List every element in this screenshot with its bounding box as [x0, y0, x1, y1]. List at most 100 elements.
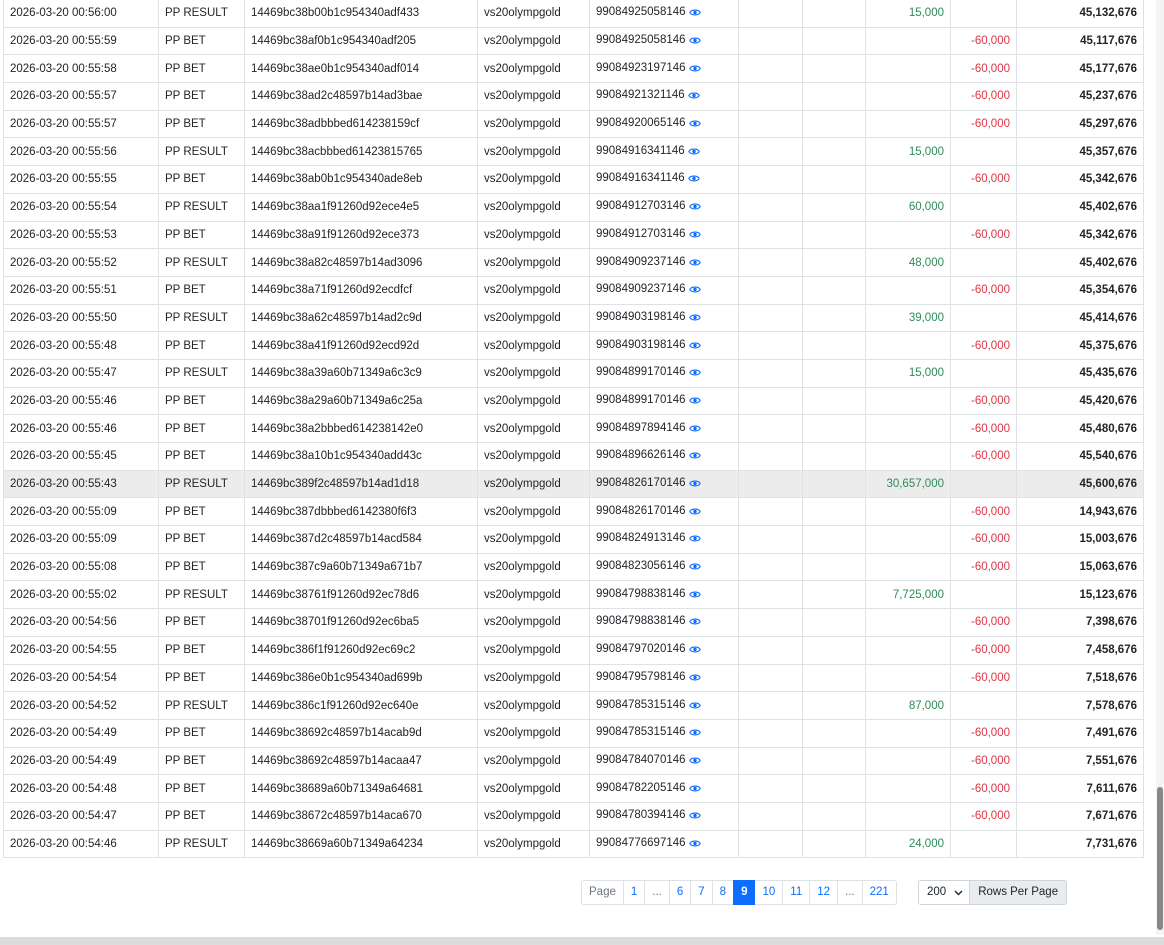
pagination-page-link[interactable]: 11 — [782, 880, 811, 905]
eye-icon[interactable] — [687, 91, 700, 103]
vertical-scrollbar-thumb[interactable] — [1157, 787, 1163, 930]
cell-empty — [802, 829, 866, 859]
pagination-page-link[interactable]: 8 — [711, 880, 735, 905]
table-row: 2026-03-20 00:55:43 PP RESULT 14469bc389f2… — [3, 469, 1144, 499]
eye-icon[interactable] — [688, 64, 701, 76]
eye-icon[interactable] — [688, 313, 701, 325]
cell-empty — [802, 275, 866, 305]
round-id-text: 99084925058146 — [596, 34, 686, 47]
eye-icon[interactable] — [688, 784, 701, 796]
cell-round-id: 99084899170146 — [589, 386, 739, 416]
pagination-page-link[interactable]: 10 — [754, 880, 784, 905]
horizontal-scrollbar[interactable] — [0, 937, 1164, 945]
cell-type: PP BET — [158, 442, 245, 471]
eye-icon[interactable] — [688, 811, 701, 823]
cell-empty — [802, 469, 866, 499]
cell-round-id: 99084785315146 — [589, 691, 739, 720]
cell-empty — [802, 718, 866, 748]
eye-icon[interactable] — [688, 701, 701, 713]
cell-win-amount — [865, 635, 951, 665]
cell-round-id: 99084785315146 — [589, 718, 739, 748]
cell-type: PP RESULT — [158, 248, 245, 277]
eye-icon[interactable] — [688, 119, 701, 131]
eye-icon[interactable] — [688, 285, 701, 297]
cell-type: PP BET — [158, 497, 245, 527]
eye-icon[interactable] — [688, 202, 701, 214]
pagination-page-link[interactable]: 221 — [861, 880, 897, 905]
eye-icon[interactable] — [688, 479, 701, 491]
round-id-text: 99084785315146 — [596, 726, 686, 739]
eye-icon[interactable] — [688, 368, 701, 380]
cell-win-amount: 15,000 — [865, 0, 951, 28]
rows-per-page-label: Rows Per Page — [970, 880, 1068, 905]
pagination-ellipsis: ... — [837, 880, 863, 905]
cell-balance: 7,491,676 — [1016, 718, 1144, 748]
table-row: 2026-03-20 00:55:59 PP BET 14469bc38af0b1c… — [3, 26, 1144, 56]
cell-game: vs20olympgold — [477, 331, 590, 360]
cell-empty — [738, 26, 803, 56]
cell-round-id: 99084920065146 — [589, 109, 739, 139]
eye-icon[interactable] — [688, 645, 701, 657]
cell-bet-amount — [950, 137, 1017, 167]
cell-datetime: 2026-03-20 00:54:54 — [3, 663, 159, 693]
cell-bet-amount: -60,000 — [950, 331, 1017, 360]
round-id-text: 99084782205146 — [596, 781, 686, 794]
eye-icon[interactable] — [688, 424, 701, 436]
cell-balance: 15,123,676 — [1016, 580, 1144, 610]
rows-per-page-control: 200 Rows Per Page — [918, 880, 1068, 905]
cell-empty — [738, 635, 803, 665]
pagination-page-link[interactable]: 6 — [668, 880, 692, 905]
cell-transaction-id: 14469bc38689a60b71349a64681 — [244, 774, 478, 803]
cell-bet-amount — [950, 358, 1017, 388]
eye-icon[interactable] — [688, 617, 701, 629]
eye-icon[interactable] — [688, 673, 701, 685]
cell-win-amount — [865, 718, 951, 748]
cell-bet-amount: -60,000 — [950, 414, 1017, 443]
pagination-page-current[interactable]: 9 — [733, 880, 756, 905]
cell-round-id: 99084912703146 — [589, 192, 739, 222]
eye-icon[interactable] — [688, 258, 701, 270]
cell-game: vs20olympgold — [477, 165, 590, 194]
pagination-page-link[interactable]: 12 — [809, 880, 839, 905]
eye-icon[interactable] — [688, 8, 701, 20]
eye-icon[interactable] — [688, 590, 701, 602]
cell-empty — [802, 26, 866, 56]
cell-balance: 45,420,676 — [1016, 386, 1144, 416]
eye-icon[interactable] — [688, 534, 701, 546]
transaction-table-container: 2026-03-20 00:56:00 PP RESULT 14469bc38b00… — [3, 0, 1144, 859]
eye-icon[interactable] — [688, 839, 701, 851]
eye-icon[interactable] — [687, 174, 700, 186]
cell-bet-amount: -60,000 — [950, 54, 1017, 84]
cell-round-id: 99084784070146 — [589, 746, 739, 776]
cell-bet-amount: -60,000 — [950, 608, 1017, 637]
cell-game: vs20olympgold — [477, 109, 590, 139]
cell-game: vs20olympgold — [477, 525, 590, 554]
eye-icon[interactable] — [688, 507, 701, 519]
rows-per-page-select[interactable]: 200 — [918, 880, 971, 905]
eye-icon[interactable] — [688, 728, 701, 740]
cell-empty — [738, 109, 803, 139]
pagination-page-link[interactable]: 1 — [622, 880, 646, 905]
cell-balance: 45,357,676 — [1016, 137, 1144, 167]
cell-win-amount — [865, 386, 951, 416]
eye-icon[interactable] — [688, 451, 701, 463]
cell-empty — [802, 552, 866, 582]
eye-icon[interactable] — [688, 562, 701, 574]
pagination-page-link[interactable]: 7 — [690, 880, 713, 905]
cell-datetime: 2026-03-20 00:55:54 — [3, 192, 159, 222]
cell-empty — [738, 54, 803, 84]
eye-icon[interactable] — [688, 396, 701, 408]
cell-transaction-id: 14469bc38acbbbed61423815765 — [244, 137, 478, 167]
cell-win-amount: 30,657,000 — [865, 469, 951, 499]
cell-bet-amount: -60,000 — [950, 165, 1017, 194]
eye-icon[interactable] — [688, 230, 701, 242]
eye-icon[interactable] — [687, 147, 700, 159]
cell-empty — [802, 303, 866, 333]
cell-empty — [738, 829, 803, 859]
cell-transaction-id: 14469bc38af0b1c954340adf205 — [244, 26, 478, 56]
vertical-scrollbar[interactable] — [1156, 0, 1164, 935]
eye-icon[interactable] — [688, 756, 701, 768]
eye-icon[interactable] — [688, 36, 701, 48]
cell-empty — [802, 663, 866, 693]
eye-icon[interactable] — [688, 341, 701, 353]
